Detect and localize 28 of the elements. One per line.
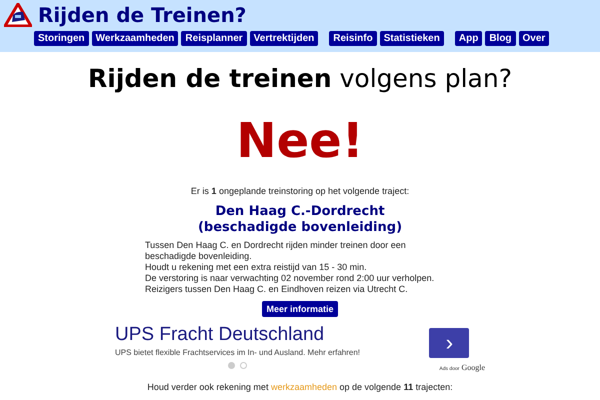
disruption-text: Reizigers tussen Den Haag C. en Eindhoven reizen via Utrecht C. bbox=[145, 284, 409, 295]
logo-icon bbox=[4, 3, 32, 27]
nav-button[interactable]: Reisplanner bbox=[181, 31, 247, 46]
nav-button[interactable]: Statistieken bbox=[380, 31, 444, 46]
nav-button[interactable]: Blog bbox=[485, 31, 516, 46]
nav-button[interactable]: App bbox=[454, 31, 482, 46]
site-title[interactable]: Rijden de Treinen? bbox=[38, 3, 246, 27]
ad-title[interactable]: UPS Fracht Deutschland bbox=[115, 324, 360, 346]
answer-text: Nee! bbox=[236, 113, 364, 169]
headline: Rijden de treinen volgens plan? bbox=[88, 64, 512, 93]
disruption-title[interactable]: (beschadigde bovenleiding) bbox=[198, 220, 402, 236]
ad-arrow-button[interactable]: › bbox=[429, 328, 470, 358]
nav-button[interactable]: Werkzaamheden bbox=[92, 31, 178, 46]
nav-button[interactable]: Storingen bbox=[34, 31, 89, 46]
intro-text: Er is 1 ongeplande treinstoring op het volgende traject: bbox=[190, 186, 410, 196]
pagination-dot[interactable] bbox=[228, 362, 235, 369]
ad-brand: Google bbox=[461, 363, 485, 372]
nav-button[interactable]: Over bbox=[518, 31, 550, 46]
disruption-text: Houdt u rekening met een extra reistijd van 15 - 30 min. bbox=[145, 262, 368, 273]
more-info-button[interactable]: Meer informatie bbox=[262, 301, 338, 317]
pagination-dot[interactable] bbox=[240, 362, 247, 369]
nav-button[interactable]: Reisinfo bbox=[329, 31, 377, 46]
ad-text: UPS bietet flexible Frachtservices im In- und Ausland. Mehr erfahren! bbox=[115, 348, 360, 357]
disruption-title[interactable]: Den Haag C.-Dordrecht bbox=[215, 204, 385, 220]
notice-text: Houd verder ook rekening met werkzaamheden op de volgende 11 trajecten: bbox=[147, 382, 453, 392]
disruption-text: Tussen Den Haag C. en Dordrecht rijden minder treinen door een beschadigde bovenleiding. bbox=[145, 240, 407, 262]
disruption-text: De verstoring is naar verwachting 02 november rond 2:00 uur verholpen. bbox=[145, 273, 436, 284]
nav-button[interactable]: Vertrektijden bbox=[250, 31, 318, 46]
